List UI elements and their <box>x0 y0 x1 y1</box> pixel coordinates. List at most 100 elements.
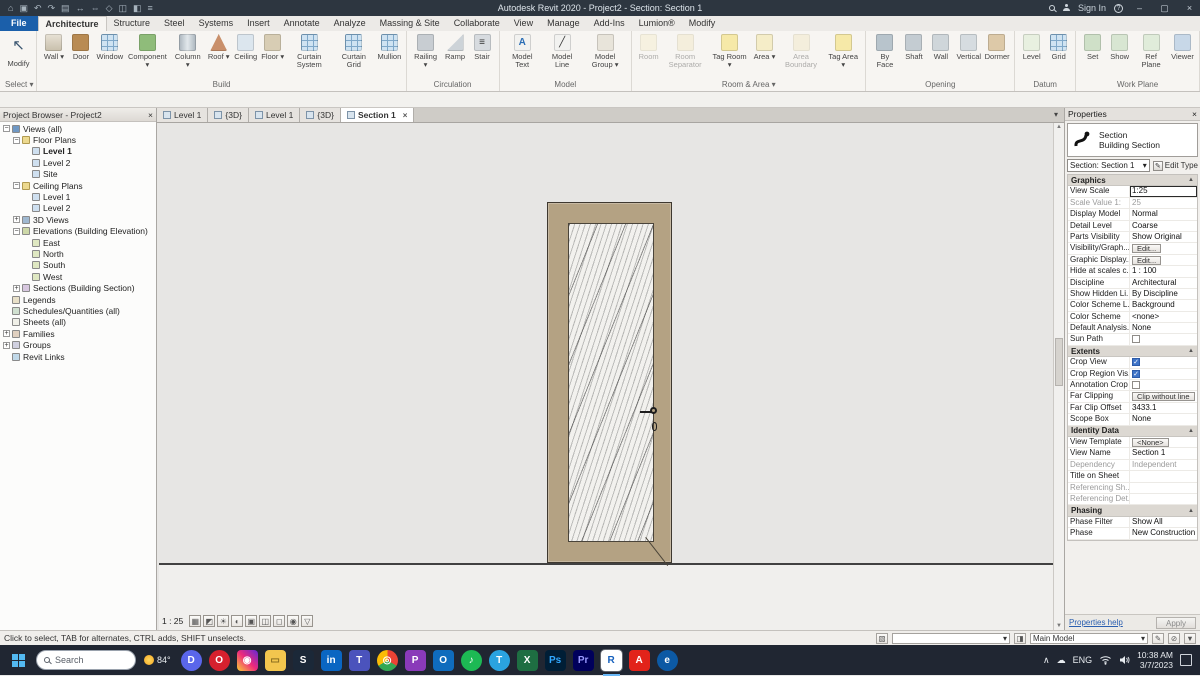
menu-tab-insert[interactable]: Insert <box>240 16 277 31</box>
design-options-icon[interactable]: ◨ <box>1014 632 1026 644</box>
tree-item-south[interactable]: South <box>0 260 156 271</box>
value-view-scale[interactable]: 1:25 <box>1130 186 1197 196</box>
scrollbar-thumb[interactable] <box>1055 338 1063 386</box>
tool-mullion-button[interactable]: Mullion <box>375 32 402 61</box>
expander-icon[interactable]: − <box>3 125 10 133</box>
taskbar-discord-icon[interactable]: D <box>180 649 202 671</box>
group-label-room-area[interactable]: Room & Area ▾ <box>635 79 862 91</box>
properties-close-icon[interactable]: × <box>1192 109 1197 119</box>
collapse-icon[interactable]: ▲ <box>1188 428 1194 434</box>
view-tab-section-1-4[interactable]: Section 1 × <box>340 108 415 122</box>
edit-type-button[interactable]: ✎ Edit Type <box>1152 160 1198 171</box>
tool-floor-button[interactable]: Floor ▾ <box>259 32 286 61</box>
taskbar-excel-icon[interactable]: X <box>516 649 538 671</box>
value-referencing-sh[interactable] <box>1130 483 1197 493</box>
taskbar-premiere-icon[interactable]: Pr <box>572 649 594 671</box>
worksets-select[interactable]: ▾ <box>892 632 1010 644</box>
collapse-icon[interactable]: ▲ <box>1188 508 1194 514</box>
menu-tab-view[interactable]: View <box>507 16 540 31</box>
tree-item-site[interactable]: Site <box>0 169 156 180</box>
wifi-icon[interactable] <box>1099 655 1112 665</box>
tool-shaft-button[interactable]: Shaft <box>900 32 927 61</box>
tool-vertical-button[interactable]: Vertical <box>954 32 982 61</box>
redo-icon[interactable]: ↷ <box>48 0 56 16</box>
tree-item-ceiling-plans[interactable]: − Ceiling Plans <box>0 180 156 191</box>
expander-icon[interactable]: − <box>13 227 20 235</box>
taskbar-linkedin-icon[interactable]: in <box>320 649 342 671</box>
prop-section-identity-data[interactable]: Identity Data ▲ <box>1068 425 1197 437</box>
menu-tab-file[interactable]: File <box>0 16 38 31</box>
group-label-select[interactable]: Select ▾ <box>5 79 33 91</box>
tree-item-level-2[interactable]: Level 2 <box>0 157 156 168</box>
taskbar-edge-icon[interactable]: e <box>656 649 678 671</box>
door-elevation-drawing[interactable] <box>547 202 672 566</box>
user-icon[interactable] <box>1062 3 1070 13</box>
value-parts-visibility[interactable]: Show Original <box>1130 232 1197 242</box>
tray-chevron-icon[interactable]: ∧ <box>1043 655 1050 666</box>
tool-model-group-button[interactable]: Model Group ▾ <box>582 32 628 70</box>
tool-column-button[interactable]: Column ▾ <box>170 32 205 70</box>
value-scale-value-1[interactable]: 25 <box>1130 198 1197 208</box>
tree-item-legends[interactable]: Legends <box>0 294 156 305</box>
taskbar-app-purple-icon[interactable]: P <box>404 649 426 671</box>
taskbar-telegram-icon[interactable]: T <box>488 649 510 671</box>
analysis-icon[interactable]: ▽ <box>301 614 314 627</box>
tool-tag-area-button[interactable]: Tag Area ▾ <box>824 32 862 70</box>
tool-model-text-button[interactable]: A Model Text <box>503 32 543 70</box>
taskbar-chrome-icon[interactable]: ◎ <box>376 649 398 671</box>
tool-area-button[interactable]: Area ▾ <box>751 32 778 61</box>
tree-item-groups[interactable]: + Groups <box>0 339 156 350</box>
menu-tab-structure[interactable]: Structure <box>107 16 158 31</box>
close-tab-icon[interactable]: × <box>403 111 408 120</box>
tool-dormer-button[interactable]: Dormer <box>983 32 1012 61</box>
group-label-work-plane[interactable]: Work Plane <box>1079 79 1196 91</box>
sun-path-icon[interactable]: ☀ <box>217 614 230 627</box>
type-selector-preview[interactable]: Section Building Section <box>1067 123 1198 157</box>
taskbar-search-input[interactable]: Search <box>36 650 136 670</box>
weather-widget[interactable]: 84° <box>141 655 174 665</box>
menu-tab-add-ins[interactable]: Add-Ins <box>587 16 632 31</box>
menu-tab-lumion[interactable]: Lumion® <box>632 16 682 31</box>
tree-item-revit-links[interactable]: Revit Links <box>0 351 156 362</box>
prop-section-extents[interactable]: Extents ▲ <box>1068 345 1197 358</box>
group-label-model[interactable]: Model <box>503 79 629 91</box>
expander-icon[interactable]: + <box>13 284 20 292</box>
tool-wall-button[interactable]: Wall <box>927 32 954 61</box>
tree-item-level-2[interactable]: Level 2 <box>0 203 156 214</box>
tree-item-schedules-quantities-all[interactable]: Schedules/Quantities (all) <box>0 305 156 316</box>
show-crop-icon[interactable]: ◫ <box>259 614 272 627</box>
button-graphic-display[interactable]: Edit... <box>1132 255 1162 265</box>
taskbar-spotify-icon[interactable]: ♪ <box>460 649 482 671</box>
tool-model-line-button[interactable]: ╱ Model Line <box>542 32 582 70</box>
vertical-scrollbar[interactable]: ▲ ▼ <box>1053 123 1064 630</box>
button-far-clipping[interactable]: Clip without line <box>1132 392 1195 402</box>
crop-view-icon[interactable]: ▣ <box>245 614 258 627</box>
button-view-template[interactable]: <None> <box>1132 437 1169 447</box>
dimension-icon[interactable]: ⇔ <box>91 0 100 16</box>
properties-help-link[interactable]: Properties help <box>1069 618 1123 627</box>
project-browser-close-icon[interactable]: × <box>148 110 153 120</box>
taskbar-instagram-icon[interactable]: ◉ <box>236 649 258 671</box>
taskbar-acrobat-icon[interactable]: A <box>628 649 650 671</box>
value-phase-filter[interactable]: Show All <box>1130 517 1197 527</box>
taskbar-opera-icon[interactable]: O <box>208 649 230 671</box>
tree-item-sections-building-section[interactable]: + Sections (Building Section) <box>0 282 156 293</box>
tree-item-views-all[interactable]: − Views (all) <box>0 123 156 134</box>
tree-item-east[interactable]: East <box>0 237 156 248</box>
value-title-on-sheet[interactable] <box>1130 471 1197 481</box>
expander-icon[interactable]: − <box>13 182 20 190</box>
tool-show-button[interactable]: Show <box>1106 32 1133 61</box>
menu-tab-analyze[interactable]: Analyze <box>327 16 373 31</box>
shadows-icon[interactable]: ◐ <box>231 614 244 627</box>
tool-wall-button[interactable]: Wall ▾ <box>40 32 67 61</box>
value-display-model[interactable]: Normal <box>1130 209 1197 219</box>
taskbar-outlook-icon[interactable]: O <box>432 649 454 671</box>
save-icon[interactable]: ▣ <box>19 0 28 16</box>
home-icon[interactable]: ⌂ <box>8 0 13 16</box>
expander-icon[interactable]: + <box>13 216 20 224</box>
checkbox-crop-view[interactable]: ✓ <box>1132 358 1140 367</box>
tool-door-button[interactable]: Door <box>67 32 94 61</box>
menu-tab-systems[interactable]: Systems <box>192 16 241 31</box>
scroll-down-icon[interactable]: ▼ <box>1054 623 1064 629</box>
view-tab-3d-1[interactable]: {3D} <box>208 108 249 122</box>
